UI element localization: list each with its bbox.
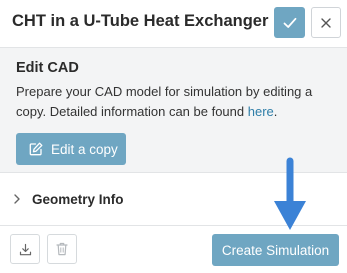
- delete-button[interactable]: [47, 234, 77, 264]
- close-icon: [321, 17, 331, 28]
- info-link[interactable]: here: [248, 104, 274, 119]
- chevron-right-icon: [14, 194, 20, 204]
- edit-icon: [29, 142, 43, 156]
- geometry-info-label: Geometry Info: [32, 192, 124, 207]
- close-button[interactable]: [311, 7, 341, 38]
- confirm-button[interactable]: [274, 7, 305, 38]
- section-description: Prepare your CAD model for simulation by…: [16, 82, 336, 122]
- edit-copy-button[interactable]: Edit a copy: [16, 133, 126, 165]
- annotation-arrow: [274, 157, 306, 230]
- edit-cad-section: Edit CAD Prepare your CAD model for simu…: [0, 47, 347, 173]
- trash-icon: [56, 242, 68, 256]
- check-icon: [283, 17, 296, 28]
- panel-header: CHT in a U-Tube Heat Exchanger: [0, 0, 347, 46]
- create-simulation-panel: CHT in a U-Tube Heat Exchanger Edit CAD …: [0, 0, 347, 273]
- create-simulation-button[interactable]: Create Simulation: [212, 234, 339, 266]
- edit-copy-label: Edit a copy: [51, 141, 118, 157]
- download-button[interactable]: [10, 234, 40, 264]
- description-end: .: [273, 104, 278, 119]
- panel-title: CHT in a U-Tube Heat Exchanger: [12, 12, 269, 30]
- section-title: Edit CAD: [16, 60, 79, 76]
- panel-footer: Create Simulation: [0, 226, 347, 273]
- download-icon: [19, 243, 31, 255]
